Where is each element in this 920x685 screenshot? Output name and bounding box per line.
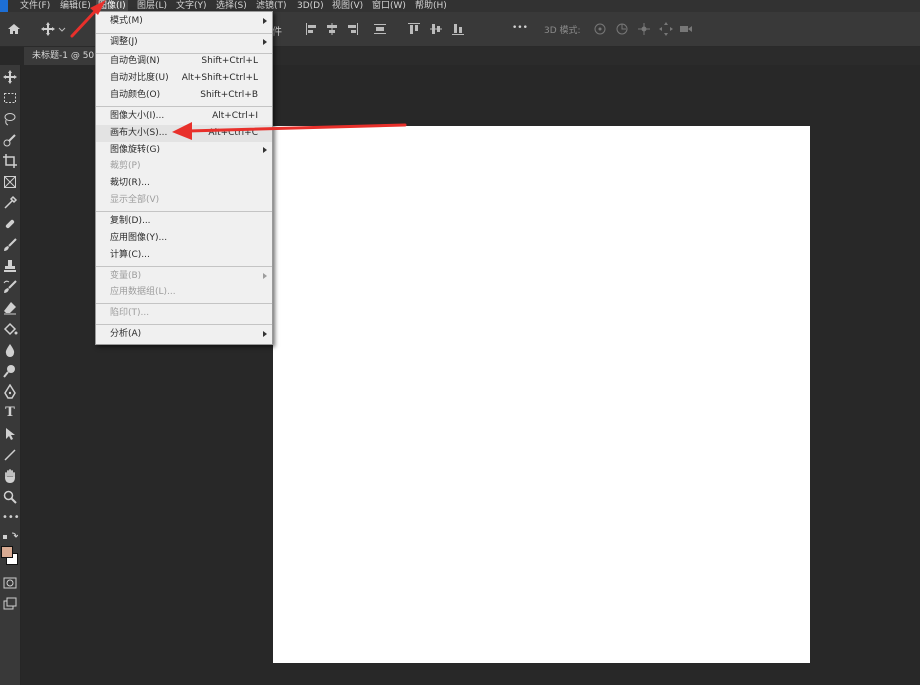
submenu-arrow-icon: [263, 147, 267, 153]
menu-separator: [96, 211, 272, 212]
zoom-tool-icon[interactable]: [2, 489, 18, 505]
menu-item-variables: 变量(B): [96, 268, 272, 285]
frame-tool-icon[interactable]: [2, 174, 18, 190]
align-middle-icon[interactable]: [428, 21, 444, 37]
menu-edit[interactable]: 编辑(E): [58, 0, 93, 12]
dodge-tool-icon[interactable]: [2, 363, 18, 379]
3d-orbit-icon: [592, 21, 608, 37]
move-tool-icon[interactable]: [2, 69, 18, 85]
menu-item-auto-contrast[interactable]: 自动对比度(U) Alt+Shift+Ctrl+L: [96, 70, 272, 87]
menu-window[interactable]: 窗口(W): [370, 0, 408, 12]
menu-item-calculations[interactable]: 计算(C)...: [96, 247, 272, 264]
3d-roll-icon: [614, 21, 630, 37]
menu-separator: [96, 324, 272, 325]
menu-item-canvas-size[interactable]: 画布大小(S)... Alt+Ctrl+C: [96, 125, 272, 142]
blur-tool-icon[interactable]: [2, 342, 18, 358]
move-tool-icon[interactable]: [40, 21, 56, 37]
eraser-tool-icon[interactable]: [2, 300, 18, 316]
menu-file[interactable]: 文件(F): [18, 0, 52, 12]
menu-item-crop: 裁剪(P): [110, 161, 141, 171]
swap-colors-icon[interactable]: [2, 531, 18, 547]
menu-item-image-size[interactable]: 图像大小(I)... Alt+Ctrl+I: [96, 108, 272, 125]
menu-item-trim[interactable]: 裁切(R)...: [96, 175, 272, 192]
3d-scale-icon: [678, 21, 694, 37]
history-brush-tool-icon[interactable]: [2, 279, 18, 295]
submenu-arrow-icon: [263, 331, 267, 337]
align-distribute-icon[interactable]: [372, 21, 388, 37]
options-text-fragment: 件: [272, 27, 282, 38]
pen-tool-icon[interactable]: [2, 384, 18, 400]
menu-separator: [96, 266, 272, 267]
more-options-icon[interactable]: •••: [512, 23, 528, 33]
edit-toolbar-icon[interactable]: •••: [2, 510, 20, 526]
menu-item-trap: 陷印(T)...: [110, 308, 150, 318]
type-tool-icon[interactable]: T: [2, 405, 18, 421]
tools-panel: T •••: [0, 65, 21, 685]
foreground-color-swatch[interactable]: [1, 546, 13, 558]
menu-3d[interactable]: 3D(D): [295, 0, 326, 12]
align-top-icon[interactable]: [406, 21, 422, 37]
menu-item-mode[interactable]: 模式(M): [96, 13, 272, 30]
screen-mode-icon[interactable]: [2, 596, 18, 612]
menu-view[interactable]: 视图(V): [330, 0, 365, 12]
crop-tool-icon[interactable]: [2, 153, 18, 169]
menu-item-reveal-all: 显示全部(V): [110, 195, 160, 205]
eyedropper-tool-icon[interactable]: [2, 195, 18, 211]
menu-help[interactable]: 帮助(H): [413, 0, 449, 12]
align-bottom-icon[interactable]: [450, 21, 466, 37]
clone-stamp-tool-icon[interactable]: [2, 258, 18, 274]
align-left-icon[interactable]: [304, 21, 320, 37]
menu-item-apply-dataset: 应用数据组(L)...: [110, 287, 176, 297]
menu-item-analysis[interactable]: 分析(A): [96, 326, 272, 343]
quick-mask-icon[interactable]: [2, 575, 18, 591]
image-menu-dropdown: 模式(M) 调整(J) 自动色调(N) Shift+Ctrl+L 自动对比度(U)…: [95, 11, 273, 345]
line-tool-icon[interactable]: [2, 447, 18, 463]
3d-drag-icon: [636, 21, 652, 37]
path-selection-tool-icon[interactable]: [2, 426, 18, 442]
submenu-arrow-icon: [263, 39, 267, 45]
paint-bucket-tool-icon[interactable]: [2, 321, 18, 337]
hand-tool-icon[interactable]: [2, 468, 18, 484]
chevron-down-icon[interactable]: [58, 21, 66, 37]
align-right-icon[interactable]: [344, 21, 360, 37]
home-icon[interactable]: [6, 21, 22, 37]
quick-selection-tool-icon[interactable]: [2, 132, 18, 148]
brush-tool-icon[interactable]: [2, 237, 18, 253]
photoshop-logo-icon: [0, 0, 8, 12]
menu-item-duplicate[interactable]: 复制(D)...: [96, 213, 272, 230]
align-center-icon[interactable]: [324, 21, 340, 37]
menu-separator: [96, 106, 272, 107]
menu-separator: [96, 303, 272, 304]
menu-item-image-rotation[interactable]: 图像旋转(G): [96, 142, 272, 159]
3d-slide-icon: [658, 21, 674, 37]
submenu-arrow-icon: [263, 273, 267, 279]
menu-item-auto-tone[interactable]: 自动色调(N) Shift+Ctrl+L: [96, 53, 272, 70]
menu-item-apply-image[interactable]: 应用图像(Y)...: [96, 230, 272, 247]
marquee-tool-icon[interactable]: [2, 90, 18, 106]
document-canvas[interactable]: [273, 126, 810, 663]
menu-item-adjust[interactable]: 调整(J): [96, 34, 272, 51]
healing-brush-tool-icon[interactable]: [2, 216, 18, 232]
3d-mode-label: 3D 模式:: [544, 26, 581, 36]
submenu-arrow-icon: [263, 18, 267, 24]
lasso-tool-icon[interactable]: [2, 111, 18, 127]
menu-item-auto-color[interactable]: 自动颜色(O) Shift+Ctrl+B: [96, 87, 272, 104]
